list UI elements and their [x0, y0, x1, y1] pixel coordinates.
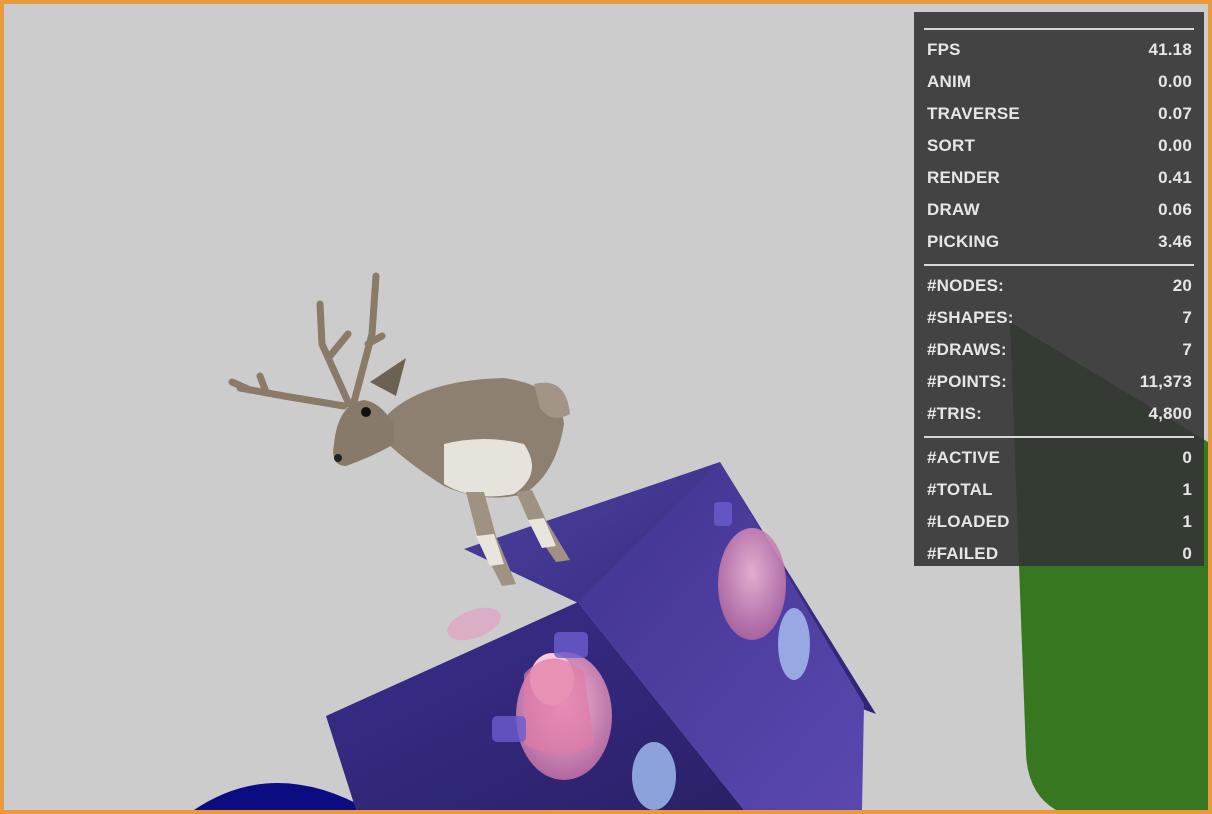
stat-value: 41.18: [1148, 40, 1192, 59]
stat-label: #SHAPES:: [927, 308, 1014, 327]
stat-value: 7: [1182, 340, 1192, 359]
stat-label: #NODES:: [927, 276, 1004, 295]
stat-value: 0.00: [1158, 136, 1192, 155]
stat-row-failed: #FAILED 0: [924, 538, 1194, 570]
stat-row-shapes: #SHAPES: 7: [924, 302, 1194, 334]
stats-separator: [924, 28, 1194, 30]
stat-value: 20: [1172, 276, 1192, 295]
stat-row-total: #TOTAL 1: [924, 474, 1194, 506]
stats-separator: [924, 436, 1194, 438]
stat-value: 0: [1182, 448, 1192, 467]
3d-viewport[interactable]: FPS 41.18 ANIM 0.00 TRAVERSE 0.07 SORT 0.00 …: [0, 0, 1212, 814]
stat-row-nodes: #NODES: 20: [924, 270, 1194, 302]
stat-value: 0: [1182, 544, 1192, 563]
stat-label: PICKING: [927, 232, 1000, 251]
stat-row-sort: SORT 0.00: [924, 130, 1194, 162]
stat-value: 1: [1182, 512, 1192, 531]
stat-value: 0.41: [1158, 168, 1192, 187]
stat-row-render: RENDER 0.41: [924, 162, 1194, 194]
stat-row-loaded: #LOADED 1: [924, 506, 1194, 538]
stat-label: #TRIS:: [927, 404, 983, 423]
stat-label: FPS: [927, 40, 961, 59]
stat-label: #DRAWS:: [927, 340, 1007, 359]
stat-value: 0.00: [1158, 72, 1192, 91]
stat-label: TRAVERSE: [927, 104, 1020, 123]
stat-value: 0.06: [1158, 200, 1192, 219]
stat-row-active: #ACTIVE 0: [924, 442, 1194, 474]
stat-value: 1: [1182, 480, 1192, 499]
stat-value: 11,373: [1139, 372, 1192, 391]
stat-row-anim: ANIM 0.00: [924, 66, 1194, 98]
stat-row-points: #POINTS: 11,373: [924, 366, 1194, 398]
stat-label: #TOTAL: [927, 480, 993, 499]
stat-label: #FAILED: [927, 544, 999, 563]
stat-label: #ACTIVE: [927, 448, 1001, 467]
stat-label: #LOADED: [927, 512, 1010, 531]
stat-value: 0.07: [1158, 104, 1192, 123]
stat-row-draws: #DRAWS: 7: [924, 334, 1194, 366]
stat-value: 3.46: [1158, 232, 1192, 251]
stat-row-traverse: TRAVERSE 0.07: [924, 98, 1194, 130]
stats-panel: FPS 41.18 ANIM 0.00 TRAVERSE 0.07 SORT 0.00 …: [914, 12, 1204, 566]
stat-label: DRAW: [927, 200, 980, 219]
stat-label: #POINTS:: [927, 372, 1008, 391]
stat-row-fps: FPS 41.18: [924, 34, 1194, 66]
stat-label: RENDER: [927, 168, 1000, 187]
stat-row-picking: PICKING 3.46: [924, 226, 1194, 258]
stats-separator: [924, 264, 1194, 266]
stat-label: ANIM: [927, 72, 972, 91]
stat-value: 7: [1182, 308, 1192, 327]
blue-sphere: [194, 783, 369, 810]
stat-label: SORT: [927, 136, 976, 155]
stat-row-tris: #TRIS: 4,800: [924, 398, 1194, 430]
stat-row-draw: DRAW 0.06: [924, 194, 1194, 226]
stat-value: 4,800: [1148, 404, 1192, 423]
textured-cube: [326, 462, 876, 810]
